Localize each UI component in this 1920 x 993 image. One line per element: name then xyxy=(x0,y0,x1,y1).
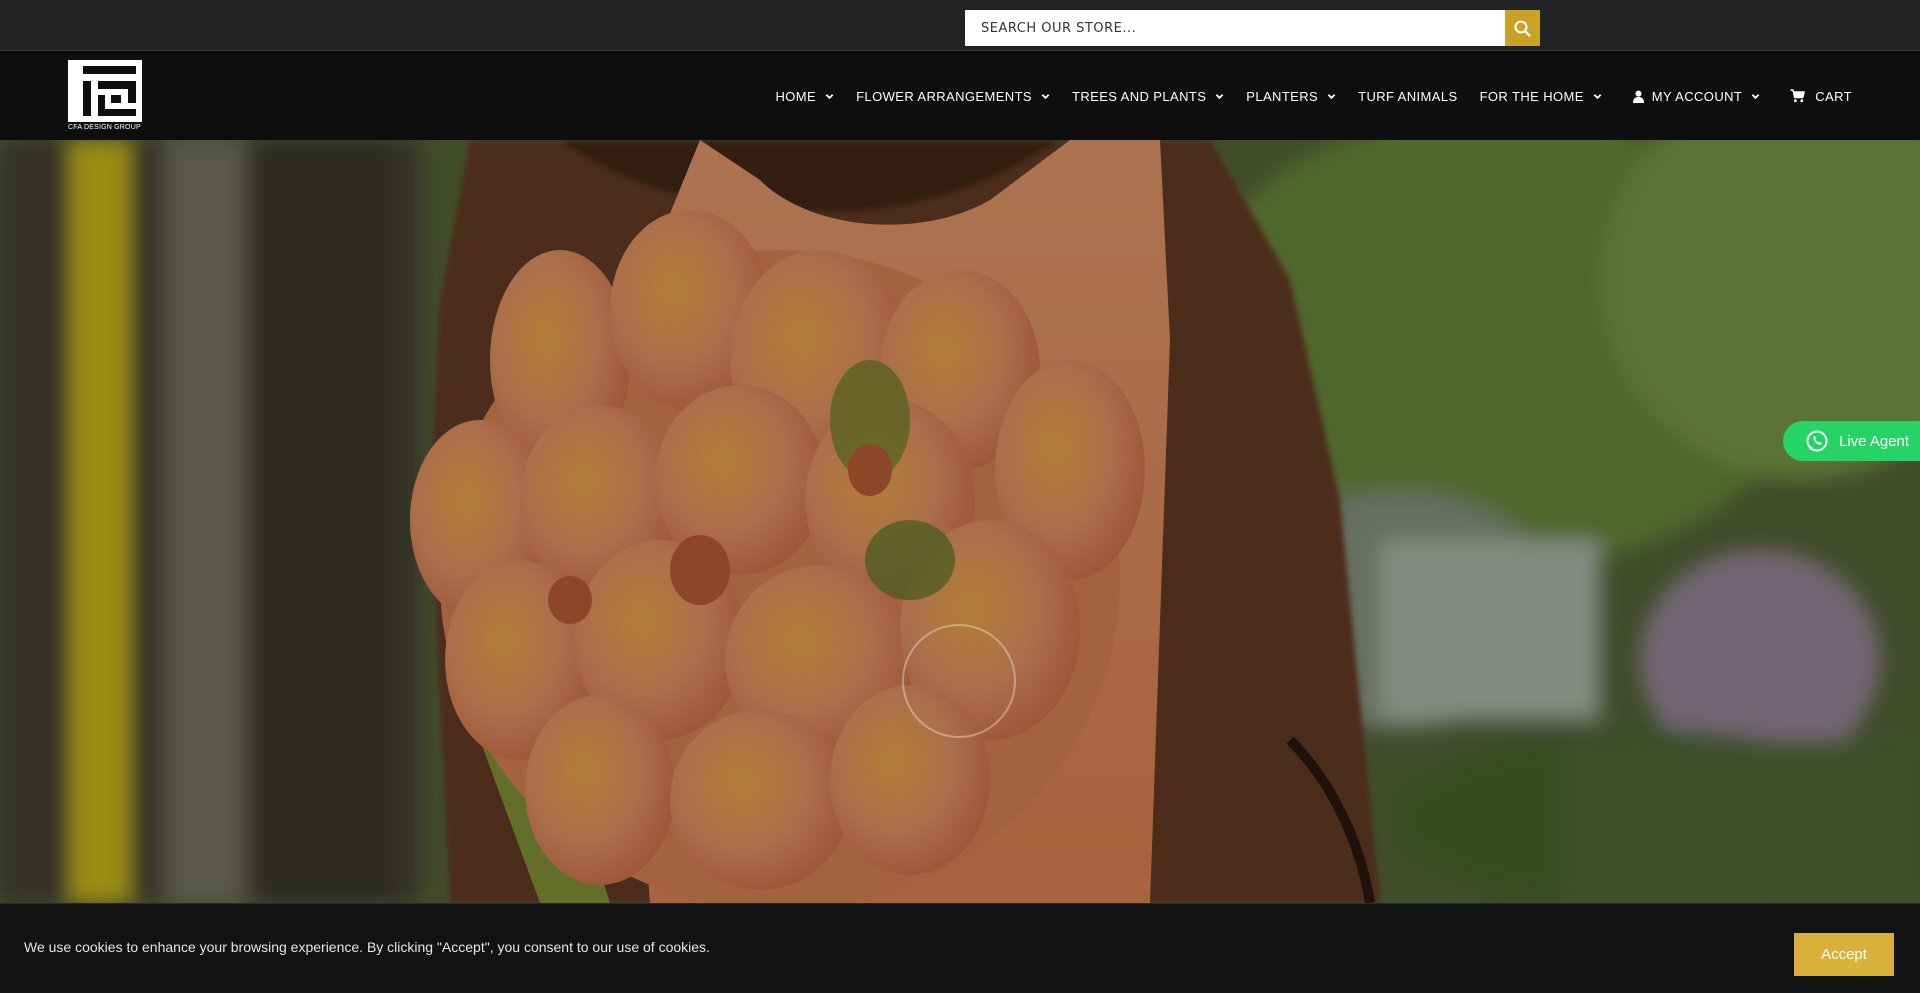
nav-label: FOR THE HOME xyxy=(1479,88,1584,104)
chevron-down-icon xyxy=(1593,93,1602,99)
nav-label: FLOWER ARRANGEMENTS xyxy=(856,88,1032,104)
cart-icon xyxy=(1790,89,1806,103)
nav-item-turf-animals[interactable]: TURF ANIMALS xyxy=(1358,89,1457,104)
chevron-down-icon xyxy=(825,93,834,99)
accept-cookies-button[interactable]: Accept xyxy=(1794,933,1894,976)
search-button[interactable] xyxy=(1505,10,1540,46)
logo-tagline: CFA DESIGN GROUP xyxy=(68,124,141,131)
whatsapp-icon xyxy=(1806,430,1828,452)
nav-item-for-the-home[interactable]: FOR THE HOME xyxy=(1480,89,1602,104)
live-agent-label: Live Agent xyxy=(1839,432,1910,450)
user-icon xyxy=(1632,90,1644,103)
loading-spinner xyxy=(902,624,1016,738)
logo[interactable]: CFA DESIGN GROUP xyxy=(68,60,142,132)
nav-item-flower-arrangements[interactable]: FLOWER ARRANGEMENTS xyxy=(856,89,1050,104)
hero-banner xyxy=(0,140,1920,903)
chevron-down-icon xyxy=(1041,93,1050,99)
nav-item-my-account[interactable]: MY ACCOUNT xyxy=(1632,89,1760,104)
nav-label: HOME xyxy=(775,88,817,104)
search-form xyxy=(965,10,1540,46)
nav-label: TREES AND PLANTS xyxy=(1072,88,1207,104)
chevron-down-icon xyxy=(1327,93,1336,99)
hero-overlay xyxy=(0,140,1920,903)
site-header: CFA DESIGN GROUP HOME FLOWER ARRANGEMENT… xyxy=(0,52,1920,140)
top-bar xyxy=(0,0,1920,51)
nav-label: CART xyxy=(1815,88,1852,104)
nav-item-cart[interactable]: CART xyxy=(1790,89,1852,104)
search-icon xyxy=(1514,20,1531,37)
main-nav: HOME FLOWER ARRANGEMENTS TREES AND PLANT… xyxy=(753,52,1852,140)
nav-label: MY ACCOUNT xyxy=(1651,88,1743,104)
nav-item-trees-and-plants[interactable]: TREES AND PLANTS xyxy=(1072,89,1224,104)
nav-label: PLANTERS xyxy=(1246,88,1319,104)
cookie-message: We use cookies to enhance your browsing … xyxy=(24,939,710,955)
chevron-down-icon xyxy=(1215,93,1224,99)
nav-item-home[interactable]: HOME xyxy=(775,89,834,104)
logo-mark xyxy=(68,60,142,122)
search-input[interactable] xyxy=(965,10,1505,46)
cookie-banner: We use cookies to enhance your browsing … xyxy=(0,903,1920,993)
live-agent-button[interactable]: Live Agent xyxy=(1783,421,1920,461)
nav-item-planters[interactable]: PLANTERS xyxy=(1246,89,1336,104)
chevron-down-icon xyxy=(1751,93,1760,99)
nav-label: TURF ANIMALS xyxy=(1358,88,1458,104)
